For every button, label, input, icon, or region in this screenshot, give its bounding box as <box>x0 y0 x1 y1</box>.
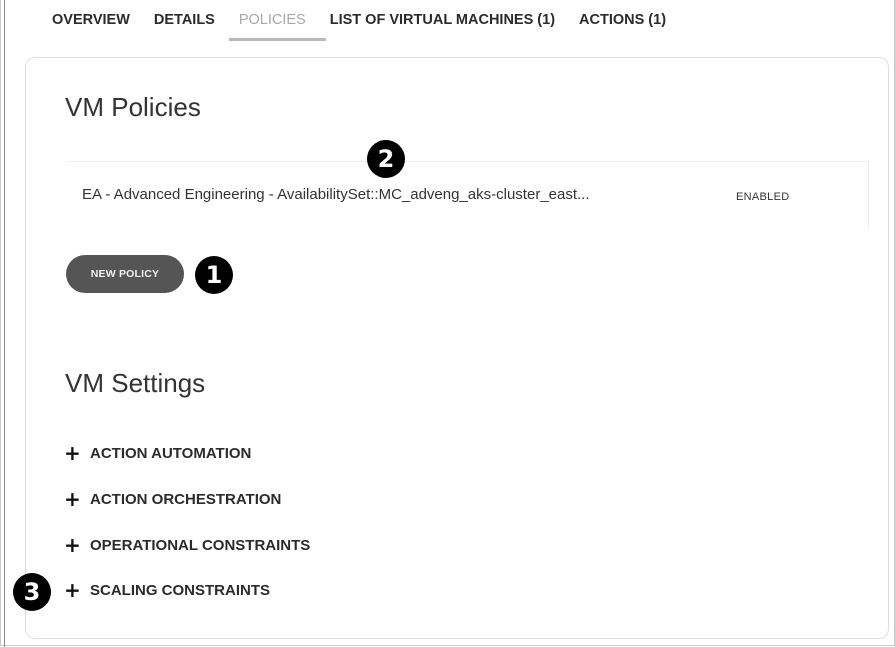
setting-label: OPERATIONAL CONSTRAINTS <box>90 536 311 554</box>
tab-list-of-virtual-machines[interactable]: LIST OF VIRTUAL MACHINES (1) <box>330 8 555 28</box>
plus-icon[interactable]: + <box>64 580 84 600</box>
policy-name[interactable]: EA - Advanced Engineering - Availability… <box>82 186 590 203</box>
tab-policies[interactable]: POLICIES <box>228 8 326 41</box>
plus-icon[interactable]: + <box>64 443 84 463</box>
tab-bar: OVERVIEW DETAILS POLICIES LIST OF VIRTUA… <box>52 8 690 44</box>
callout-1: 1 <box>195 256 233 294</box>
setting-action-automation[interactable]: + ACTION AUTOMATION <box>64 443 251 463</box>
content-card: VM Policies EA - Advanced Engineering - … <box>25 57 889 639</box>
new-policy-button[interactable]: NEW POLICY <box>66 255 184 293</box>
tab-details[interactable]: DETAILS <box>154 8 215 28</box>
tab-overview[interactable]: OVERVIEW <box>52 8 130 28</box>
callout-2: 2 <box>367 140 405 178</box>
policy-row[interactable]: EA - Advanced Engineering - Availability… <box>68 161 869 228</box>
setting-label: ACTION AUTOMATION <box>90 444 252 462</box>
policy-status-badge: ENABLED <box>736 191 790 203</box>
callout-3: 3 <box>13 573 51 611</box>
setting-label: ACTION ORCHESTRATION <box>90 490 282 508</box>
setting-operational-constraints[interactable]: + OPERATIONAL CONSTRAINTS <box>64 535 310 555</box>
vm-policies-heading: VM Policies <box>65 92 201 122</box>
plus-icon[interactable]: + <box>64 535 84 555</box>
left-divider <box>4 0 5 647</box>
setting-label: SCALING CONSTRAINTS <box>90 581 270 599</box>
setting-scaling-constraints[interactable]: + SCALING CONSTRAINTS <box>64 580 270 600</box>
vm-settings-heading: VM Settings <box>65 368 206 398</box>
plus-icon[interactable]: + <box>64 489 84 509</box>
tab-actions[interactable]: ACTIONS (1) <box>579 8 666 28</box>
setting-action-orchestration[interactable]: + ACTION ORCHESTRATION <box>64 489 281 509</box>
